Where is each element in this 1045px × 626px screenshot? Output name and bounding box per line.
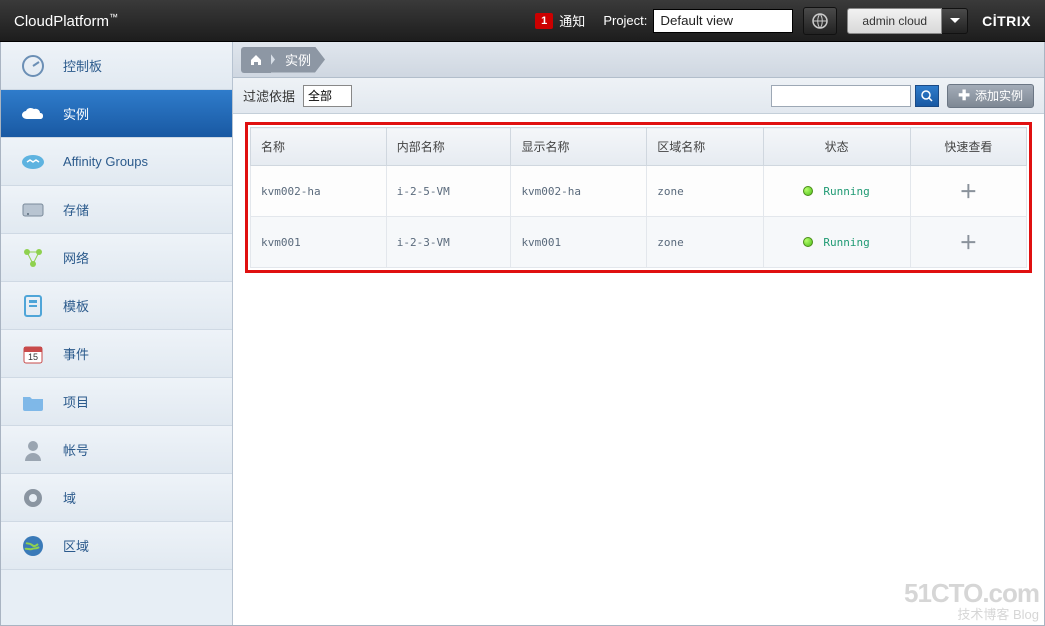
instances-table: 名称 内部名称 显示名称 区域名称 状态 快速查看 kvm002-ha i-2-… — [250, 127, 1027, 268]
globe-icon — [811, 12, 829, 30]
sidebar-item-regions[interactable]: 区域 — [1, 522, 232, 570]
dashboard-icon — [19, 52, 47, 80]
cell-internal: i-2-5-VM — [386, 166, 511, 217]
affinity-icon — [19, 148, 47, 176]
table-row[interactable]: kvm002-ha i-2-5-VM kvm002-ha zone Runnin… — [251, 166, 1027, 217]
watermark: 51CTO.com 技术博客 Blog — [904, 579, 1039, 622]
chevron-down-icon — [950, 18, 960, 23]
sidebar-item-dashboard[interactable]: 控制板 — [1, 42, 232, 90]
region-icon — [19, 532, 47, 560]
cell-zone: zone — [647, 166, 763, 217]
sidebar-item-label: 模板 — [63, 296, 89, 315]
sidebar-item-templates[interactable]: 模板 — [1, 282, 232, 330]
sidebar-item-label: 域 — [63, 488, 76, 507]
col-display[interactable]: 显示名称 — [511, 128, 647, 166]
sidebar-item-label: 网络 — [63, 248, 89, 267]
watermark-line2: 技术博客 Blog — [904, 608, 1039, 622]
notif-label: 通知 — [559, 11, 585, 30]
topbar: CloudPlatform™ 1 通知 Project: Default vie… — [0, 0, 1045, 42]
brand-tm: ™ — [109, 12, 118, 22]
filter-label: 过滤依据 — [243, 86, 295, 105]
sidebar-item-domains[interactable]: 域 — [1, 474, 232, 522]
status-dot-icon — [803, 186, 813, 196]
breadcrumb-home[interactable] — [241, 47, 271, 73]
sidebar-item-network[interactable]: 网络 — [1, 234, 232, 282]
vendor-logo: CİTRIX — [982, 13, 1031, 29]
main-content: 实例 过滤依据 全部 ✚ 添加实例 名称 内部名称 显 — [233, 42, 1044, 625]
globe-button[interactable] — [803, 7, 837, 35]
sidebar-item-label: 项目 — [63, 392, 89, 411]
filter-bar: 过滤依据 全部 ✚ 添加实例 — [233, 78, 1044, 114]
quickview-button[interactable]: ＋ — [910, 166, 1026, 217]
sidebar-item-label: 事件 — [63, 344, 89, 363]
brand-text: CloudPlatform — [14, 13, 109, 30]
col-zone[interactable]: 区域名称 — [647, 128, 763, 166]
col-name[interactable]: 名称 — [251, 128, 387, 166]
sidebar-item-affinity[interactable]: Affinity Groups — [1, 138, 232, 186]
cell-name: kvm002-ha — [251, 166, 387, 217]
add-button-label: 添加实例 — [975, 87, 1023, 104]
sidebar: 控制板 实例 Affinity Groups 存储 网络 模板 15 事件 项目 — [1, 42, 233, 625]
col-internal[interactable]: 内部名称 — [386, 128, 511, 166]
cell-name: kvm001 — [251, 217, 387, 268]
sidebar-item-label: 控制板 — [63, 56, 102, 75]
sidebar-item-accounts[interactable]: 帐号 — [1, 426, 232, 474]
layout: 控制板 实例 Affinity Groups 存储 网络 模板 15 事件 项目 — [0, 42, 1045, 626]
status-dot-icon — [803, 237, 813, 247]
table-row[interactable]: kvm001 i-2-3-VM kvm001 zone Running ＋ — [251, 217, 1027, 268]
cell-display: kvm001 — [511, 217, 647, 268]
user-icon — [19, 436, 47, 464]
home-icon — [249, 53, 263, 67]
sidebar-item-label: 区域 — [63, 536, 89, 555]
plus-icon: ✚ — [958, 87, 970, 104]
sidebar-item-instances[interactable]: 实例 — [1, 90, 232, 138]
sidebar-item-label: 帐号 — [63, 440, 89, 459]
status-text: Running — [823, 185, 869, 198]
cell-zone: zone — [647, 217, 763, 268]
domain-icon — [19, 484, 47, 512]
col-quick[interactable]: 快速查看 — [910, 128, 1026, 166]
sidebar-item-label: 存储 — [63, 200, 89, 219]
breadcrumb-bar: 实例 — [233, 42, 1044, 78]
sidebar-item-projects[interactable]: 项目 — [1, 378, 232, 426]
sidebar-item-storage[interactable]: 存储 — [1, 186, 232, 234]
network-icon — [19, 244, 47, 272]
instances-table-highlight: 名称 内部名称 显示名称 区域名称 状态 快速查看 kvm002-ha i-2-… — [245, 122, 1032, 273]
storage-icon — [19, 196, 47, 224]
search-button[interactable] — [915, 85, 939, 107]
status-text: Running — [823, 236, 869, 249]
calendar-icon: 15 — [19, 340, 47, 368]
folder-icon — [19, 388, 47, 416]
cell-status: Running — [763, 217, 910, 268]
notification[interactable]: 1 通知 — [535, 11, 585, 30]
add-instance-button[interactable]: ✚ 添加实例 — [947, 84, 1034, 108]
cell-status: Running — [763, 166, 910, 217]
sidebar-item-label: Affinity Groups — [63, 154, 148, 169]
cloud-icon — [19, 100, 47, 128]
cell-display: kvm002-ha — [511, 166, 647, 217]
user-menu-caret[interactable] — [942, 8, 968, 34]
sidebar-item-label: 实例 — [63, 104, 89, 123]
search-input[interactable] — [771, 85, 911, 107]
project-label: Project: — [603, 13, 647, 28]
search-icon — [921, 90, 933, 102]
breadcrumb-current[interactable]: 实例 — [265, 47, 325, 73]
notif-count: 1 — [535, 13, 553, 29]
brand: CloudPlatform™ — [14, 12, 118, 30]
svg-text:15: 15 — [28, 352, 38, 362]
project-select[interactable]: Default view — [653, 9, 793, 33]
quickview-button[interactable]: ＋ — [910, 217, 1026, 268]
watermark-line1: 51CTO.com — [904, 579, 1039, 608]
filter-select[interactable]: 全部 — [303, 85, 352, 107]
template-icon — [19, 292, 47, 320]
col-status[interactable]: 状态 — [763, 128, 910, 166]
sidebar-item-events[interactable]: 15 事件 — [1, 330, 232, 378]
cell-internal: i-2-3-VM — [386, 217, 511, 268]
user-pill[interactable]: admin cloud — [847, 8, 942, 34]
